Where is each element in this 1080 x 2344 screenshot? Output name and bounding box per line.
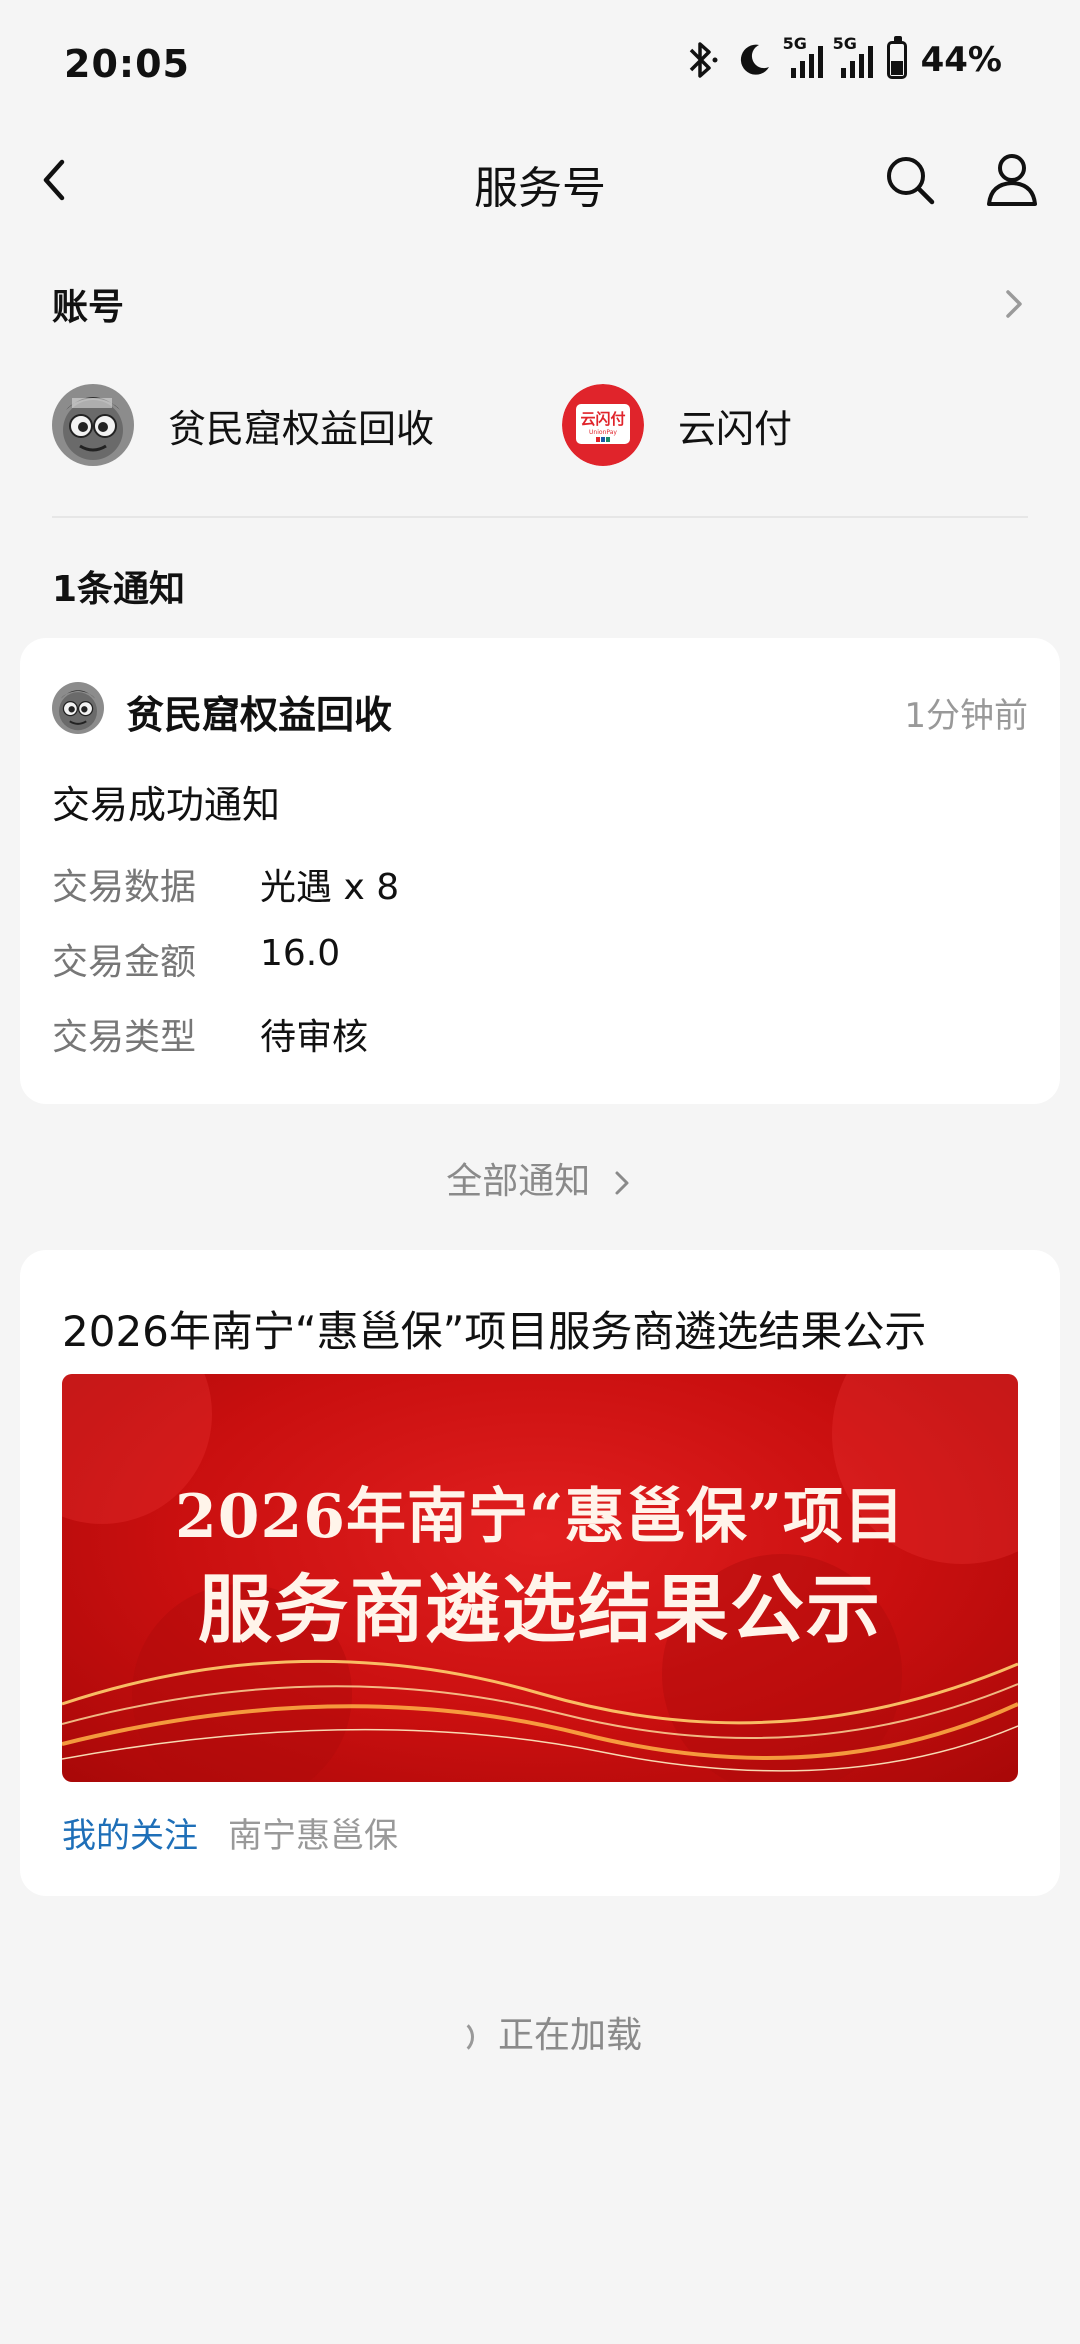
battery-icon (886, 36, 907, 79)
notification-card[interactable]: 贫民窟权益回收 1分钟前 交易成功通知 交易数据 光遇 x 8 交易金额 16.… (20, 638, 1060, 1104)
row-label: 交易金额 (52, 942, 197, 983)
row-value: 待审核 (260, 1017, 369, 1058)
cartoon-avatar-icon (52, 384, 134, 466)
unionpay-logo-icon: 云闪付 UnionPay (562, 384, 644, 466)
notification-time: 1分钟前 (904, 696, 1028, 736)
unionpay-logo-sub: UnionPay (589, 429, 617, 436)
account-item-pinminku[interactable]: 贫民窟权益回收 (52, 384, 434, 466)
loading-text: 正在加载 (497, 2015, 642, 2056)
status-time: 20:05 (64, 42, 190, 86)
accounts-section-title: 账号 (52, 287, 125, 328)
banner-line-1: 2026年南宁“惠邕保”项目 (174, 1482, 905, 1552)
all-notifications-link[interactable]: 全部通知 (0, 1152, 1080, 1204)
notifications-section-title: 1条通知 (52, 569, 186, 610)
chevron-right-icon[interactable] (1000, 284, 1028, 324)
unionpay-logo-text: 云闪付 (580, 410, 625, 428)
search-icon[interactable] (882, 152, 938, 208)
bluetooth-icon (689, 42, 718, 78)
account-item-yunshanfu[interactable]: 云闪付 UnionPay 云闪付 (562, 384, 792, 466)
account-name: 贫民窟权益回收 (168, 406, 435, 451)
cartoon-avatar-icon (52, 682, 104, 734)
article-source[interactable]: 南宁惠邕保 (228, 1808, 398, 1857)
signal-icon-2: 5G (833, 34, 873, 78)
article-banner-image[interactable]: 2026年南宁“惠邕保”项目 服务商遴选结果公示 (62, 1374, 1018, 1782)
notification-heading: 交易成功通知 (52, 783, 281, 827)
spinner-icon (438, 2019, 474, 2055)
article-title[interactable]: 2026年南宁“惠邕保”项目服务商遴选结果公示 (62, 1298, 926, 1359)
banner-line-2: 服务商遴选结果公示 (198, 1567, 882, 1653)
row-value: 16.0 (260, 933, 341, 974)
loading-indicator: 正在加载 (0, 2006, 1080, 2058)
my-follow-tag[interactable]: 我的关注 (62, 1808, 198, 1857)
account-name: 云闪付 (678, 406, 793, 451)
signal-icon-1: 5G (783, 34, 823, 78)
row-label: 交易数据 (52, 867, 197, 908)
status-icons: 5G 5G 44% (683, 34, 1002, 80)
battery-fill (890, 60, 903, 75)
all-notifications-label: 全部通知 (446, 1161, 591, 1202)
battery-percent: 44% (920, 40, 1002, 80)
user-icon[interactable] (982, 150, 1042, 210)
notification-sender: 贫民窟权益回收 (126, 693, 393, 737)
row-label: 交易类型 (52, 1017, 197, 1058)
moon-icon (740, 44, 769, 75)
divider (52, 516, 1028, 518)
row-value: 光遇 x 8 (260, 867, 400, 908)
chevron-right-icon (615, 1171, 629, 1195)
